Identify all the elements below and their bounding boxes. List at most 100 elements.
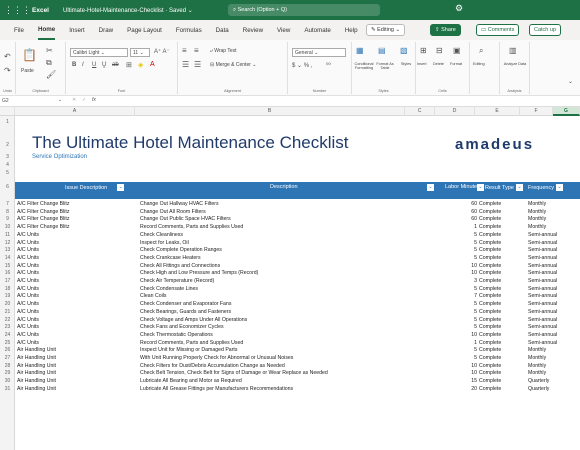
cell-labor-minutes[interactable]: 60 [420,216,477,224]
column-header-g[interactable]: G [553,107,580,116]
cell-issue-description[interactable]: Air Handling Unit [17,378,135,386]
decimal-icon[interactable]: ⁰⁰ [326,62,331,69]
italic-icon[interactable]: I [82,62,84,68]
cell-frequency[interactable]: Monthly [528,209,578,217]
select-all-corner[interactable] [0,107,15,116]
fill-color-icon[interactable]: ◈ [138,61,143,69]
table-row[interactable]: A/C Units Check Bearings, Guards and Fast… [15,309,580,317]
cell-frequency[interactable]: Monthly [528,224,578,232]
format-cells-icon[interactable]: ▣ [453,46,461,55]
cell-issue-description[interactable]: A/C Units [17,332,135,340]
table-row[interactable]: Air Handling Unit Inspect Unit for Missin… [15,347,580,355]
cell-frequency[interactable]: Semi-annual [528,293,578,301]
cell-frequency[interactable]: Semi-annual [528,247,578,255]
cell-frequency[interactable]: Semi-annual [528,286,578,294]
column-header-b[interactable]: B [135,107,405,116]
row-number[interactable]: 22 [0,317,15,323]
cell-labor-minutes[interactable]: 5 [420,324,477,332]
cell-issue-description[interactable]: A/C Units [17,263,135,271]
cell-issue-description[interactable]: A/C Units [17,286,135,294]
tab-home[interactable]: Home [37,20,56,40]
app-launcher-icon[interactable]: ⋮⋮⋮ [4,5,31,16]
cell-description[interactable]: Change Out Public Space HVAC Filters [140,216,420,224]
cell-issue-description[interactable]: A/C Units [17,232,135,240]
cell-frequency[interactable]: Monthly [528,216,578,224]
cell-description[interactable]: Check Air Temperature (Record) [140,278,420,286]
font-name-select[interactable]: Calibri Light ⌄ [70,48,128,57]
cell-description[interactable]: Check Fans and Economizer Cycles [140,324,420,332]
cell-frequency[interactable]: Semi-annual [528,340,578,348]
cell-frequency[interactable]: Quarterly [528,386,578,394]
cell-labor-minutes[interactable]: 5 [420,240,477,248]
tab-file[interactable]: File [14,20,24,40]
analyze-data-button[interactable]: Analyze Data [501,62,529,66]
insert-cells-icon[interactable]: ⊞ [420,46,427,55]
row-number[interactable]: 27 [0,355,15,361]
cell-labor-minutes[interactable]: 1 [420,224,477,232]
editing-mode-button[interactable]: ✎ Editing ⌄ [366,24,406,36]
conditional-formatting-button[interactable]: Conditional Formatting [352,62,376,70]
cell-labor-minutes[interactable]: 20 [420,386,477,394]
cell-frequency[interactable]: Semi-annual [528,270,578,278]
cell-description[interactable]: Check All Fittings and Connections [140,263,420,271]
filter-dropdown-icon[interactable]: ⌄ [556,184,563,191]
row-number[interactable]: 24 [0,332,15,338]
filter-dropdown-icon[interactable]: ⌄ [117,184,125,191]
cell-description[interactable]: Check Condensate Lines [140,286,420,294]
cell-frequency[interactable]: Semi-annual [528,232,578,240]
cell-issue-description[interactable]: A/C Units [17,309,135,317]
cell-issue-description[interactable]: Air Handling Unit [17,363,135,371]
settings-gear-icon[interactable]: ⚙ [455,3,463,14]
merge-center-button[interactable]: ⊟ Merge & Center ⌄ [210,62,256,68]
cell-description[interactable]: Clean Coils [140,293,420,301]
cell-description[interactable]: Check Cleanliness [140,232,420,240]
wrap-text-button[interactable]: ⤶ Wrap Text [210,48,237,54]
cell-frequency[interactable]: Semi-annual [528,240,578,248]
row-number[interactable]: 5 [0,170,15,176]
row-number[interactable]: 23 [0,324,15,330]
cell-frequency[interactable]: Semi-annual [528,324,578,332]
format-painter-icon[interactable]: 🖌 [46,70,56,79]
cancel-formula-icon[interactable]: ✕ [72,97,76,103]
cell-description[interactable]: Inspect Unit for Missing or Damaged Part… [140,347,420,355]
align-center-icon[interactable]: ☰ [194,60,201,69]
cell-result-type[interactable]: Complete [479,363,525,371]
cell-description[interactable]: Check Filters for Dust/Debris Accumulati… [140,363,420,371]
tab-draw[interactable]: Draw [99,20,113,40]
cell-styles-icon[interactable]: ▧ [400,46,408,55]
table-row[interactable]: A/C Units Check Cleanliness 5 Complete Semi-… [15,232,580,240]
cell-description[interactable]: Check Crankcase Heaters [140,255,420,263]
cell-description[interactable]: With Unit Running Properly Check for Abn… [140,355,420,363]
cell-description[interactable]: Inspect for Leaks, Oil [140,240,420,248]
cell-labor-minutes[interactable]: 10 [420,363,477,371]
row-number[interactable]: 3 [0,154,15,160]
row-number[interactable]: 14 [0,255,15,261]
ribbon-collapse-icon[interactable]: ⌄ [568,78,573,85]
undo-icon[interactable]: ↶ [4,52,11,61]
align-left-icon[interactable]: ☰ [182,60,189,69]
cell-labor-minutes[interactable]: 15 [420,378,477,386]
delete-button[interactable]: Delete [433,62,444,66]
find-icon[interactable]: ⌕ [479,46,483,56]
copy-icon[interactable]: ⧉ [46,58,52,68]
insert-button[interactable]: Insert [417,62,427,66]
table-row[interactable]: A/C Filter Change Blitz Change Out Hallwa… [15,201,580,209]
row-number[interactable]: 28 [0,363,15,369]
cell-description[interactable]: Check Bearings, Guards and Fasteners [140,309,420,317]
cell-labor-minutes[interactable]: 3 [420,278,477,286]
share-button[interactable]: ⇪ Share [430,24,461,36]
cell-result-type[interactable]: Complete [479,278,525,286]
cell-result-type[interactable]: Complete [479,355,525,363]
row-number[interactable]: 1 [0,119,15,125]
name-box-dropdown-icon[interactable]: ⌄ [58,97,62,103]
font-color-icon[interactable]: A [150,61,155,68]
table-row[interactable]: A/C Units Check Voltage and Amps Under Al… [15,317,580,325]
cell-labor-minutes[interactable]: 10 [420,370,477,378]
cell-issue-description[interactable]: A/C Filter Change Blitz [17,209,135,217]
table-row[interactable]: A/C Filter Change Blitz Change Out All Ro… [15,209,580,217]
comments-button[interactable]: ▭ Comments [476,24,520,36]
row-number[interactable]: 30 [0,378,15,384]
worksheet[interactable]: The Ultimate Hotel Maintenance Checklist… [15,116,580,450]
cell-frequency[interactable]: Semi-annual [528,278,578,286]
cell-result-type[interactable]: Complete [479,201,525,209]
